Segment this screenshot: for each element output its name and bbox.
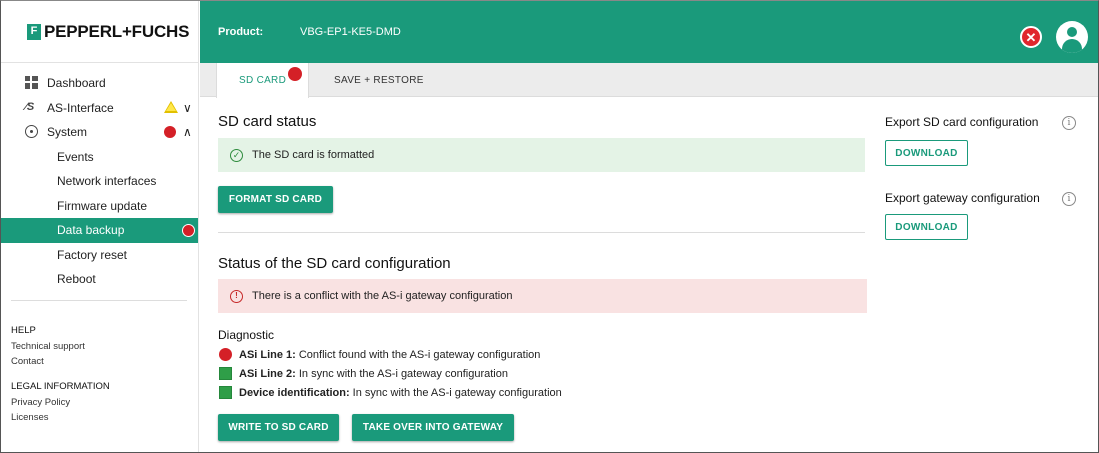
sd-status-banner: ✓ The SD card is formatted — [218, 138, 865, 172]
sidebar-item-label: Firmware update — [57, 198, 148, 213]
download-sd-config-button[interactable]: DOWNLOAD — [885, 140, 968, 166]
error-alert-icon[interactable]: ✕ — [1020, 26, 1042, 48]
divider — [218, 232, 865, 233]
diagnostic-row: Device identification: In sync with the … — [219, 386, 562, 399]
diagnostic-name: ASi Line 1: — [239, 348, 296, 361]
sidebar-item-reboot[interactable]: Reboot — [1, 267, 198, 292]
sidebar-nav: Dashboard ⁄S AS-Interface ∨ System ∧ Eve… — [1, 63, 198, 292]
legal-heading: LEGAL INFORMATION — [11, 381, 110, 392]
tab-save-restore[interactable]: SAVE + RESTORE — [334, 63, 424, 97]
error-status-icon — [182, 224, 195, 237]
info-icon[interactable]: i — [1062, 116, 1076, 130]
format-sd-card-button[interactable]: FORMAT SD CARD — [218, 186, 333, 213]
logo-text: PEPPERL+FUCHS — [44, 21, 190, 41]
warning-icon — [164, 100, 178, 113]
asi-icon: ⁄S — [25, 100, 35, 113]
sidebar-item-label: Reboot — [57, 272, 96, 287]
diagnostic-text: In sync with the AS-i gateway configurat… — [352, 386, 562, 399]
tab-label: SD CARD — [239, 75, 287, 86]
sd-config-message: There is a conflict with the AS-i gatewa… — [252, 290, 513, 302]
tab-bar: SD CARD SAVE + RESTORE — [200, 63, 1098, 98]
diagnostic-text: In sync with the AS-i gateway configurat… — [298, 367, 508, 380]
tab-sd-card[interactable]: SD CARD — [216, 63, 309, 98]
sidebar-item-network-interfaces[interactable]: Network interfaces — [1, 169, 198, 194]
write-to-sd-card-button[interactable]: WRITE TO SD CARD — [218, 414, 339, 441]
licenses-link[interactable]: Licenses — [11, 410, 110, 426]
sd-config-banner: ! There is a conflict with the AS-i gate… — [218, 279, 867, 313]
technical-support-link[interactable]: Technical support — [11, 339, 85, 355]
error-status-icon — [288, 67, 302, 81]
export-gateway-config-title: Export gateway configuration — [885, 191, 1040, 205]
chevron-down-icon[interactable]: ∨ — [183, 101, 192, 115]
info-icon[interactable]: i — [1062, 192, 1076, 206]
error-circle-icon: ! — [230, 289, 243, 303]
sidebar-item-label: System — [47, 125, 88, 140]
help-section: HELP Technical support Contact — [11, 323, 85, 370]
top-header: Product: VBG-EP1-KE5-DMD ✕ — [200, 1, 1098, 63]
divider — [11, 300, 187, 301]
sd-status-message: The SD card is formatted — [252, 149, 375, 161]
sidebar-item-factory-reset[interactable]: Factory reset — [1, 243, 198, 268]
sidebar-item-label: Dashboard — [47, 76, 106, 91]
diagnostic-name: Device identification: — [239, 386, 350, 399]
diagnostic-name: ASi Line 2: — [239, 367, 296, 380]
diagnostic-row: ASi Line 2: In sync with the AS-i gatewa… — [219, 367, 508, 380]
error-status-icon — [219, 348, 232, 361]
sidebar-item-data-backup[interactable]: Data backup — [1, 218, 198, 243]
product-label: Product: — [218, 26, 264, 38]
ok-status-icon — [219, 367, 232, 380]
product-value: VBG-EP1-KE5-DMD — [300, 26, 401, 38]
sidebar-item-label: Network interfaces — [57, 174, 157, 189]
diagnostic-title: Diagnostic — [218, 328, 275, 342]
sd-status-title: SD card status — [218, 113, 317, 130]
privacy-policy-link[interactable]: Privacy Policy — [11, 395, 110, 411]
logo-mark-icon: F — [27, 23, 41, 40]
sidebar-item-events[interactable]: Events — [1, 145, 198, 170]
sidebar-item-label: Data backup — [57, 223, 125, 238]
sidebar-item-as-interface[interactable]: ⁄S AS-Interface ∨ — [1, 96, 198, 121]
take-over-into-gateway-button[interactable]: TAKE OVER INTO GATEWAY — [352, 414, 514, 441]
export-sd-config-title: Export SD card configuration — [885, 115, 1039, 129]
help-heading: HELP — [11, 325, 36, 336]
brand-logo[interactable]: F PEPPERL+FUCHS — [1, 1, 198, 63]
tab-label: SAVE + RESTORE — [334, 74, 424, 86]
sidebar: F PEPPERL+FUCHS Dashboard ⁄S AS-Interfac… — [1, 1, 199, 452]
sd-config-title: Status of the SD card configuration — [218, 255, 451, 272]
sidebar-item-label: Events — [57, 149, 94, 164]
error-status-icon — [164, 126, 176, 138]
check-circle-icon: ✓ — [230, 148, 243, 162]
sidebar-item-label: AS-Interface — [47, 100, 114, 115]
sidebar-item-dashboard[interactable]: Dashboard — [1, 71, 198, 96]
sidebar-item-firmware-update[interactable]: Firmware update — [1, 194, 198, 219]
legal-section: LEGAL INFORMATION Privacy Policy License… — [11, 379, 110, 426]
diagnostic-text: Conflict found with the AS-i gateway con… — [298, 348, 541, 361]
chevron-up-icon[interactable]: ∧ — [183, 125, 192, 139]
diagnostic-row: ASi Line 1: Conflict found with the AS-i… — [219, 348, 540, 361]
contact-link[interactable]: Contact — [11, 354, 85, 370]
dashboard-icon — [25, 76, 38, 89]
system-icon — [25, 125, 38, 138]
user-avatar-icon[interactable] — [1056, 21, 1088, 53]
sidebar-item-system[interactable]: System ∧ — [1, 120, 198, 145]
download-gateway-config-button[interactable]: DOWNLOAD — [885, 214, 968, 240]
sidebar-item-label: Factory reset — [57, 247, 128, 262]
ok-status-icon — [219, 386, 232, 399]
